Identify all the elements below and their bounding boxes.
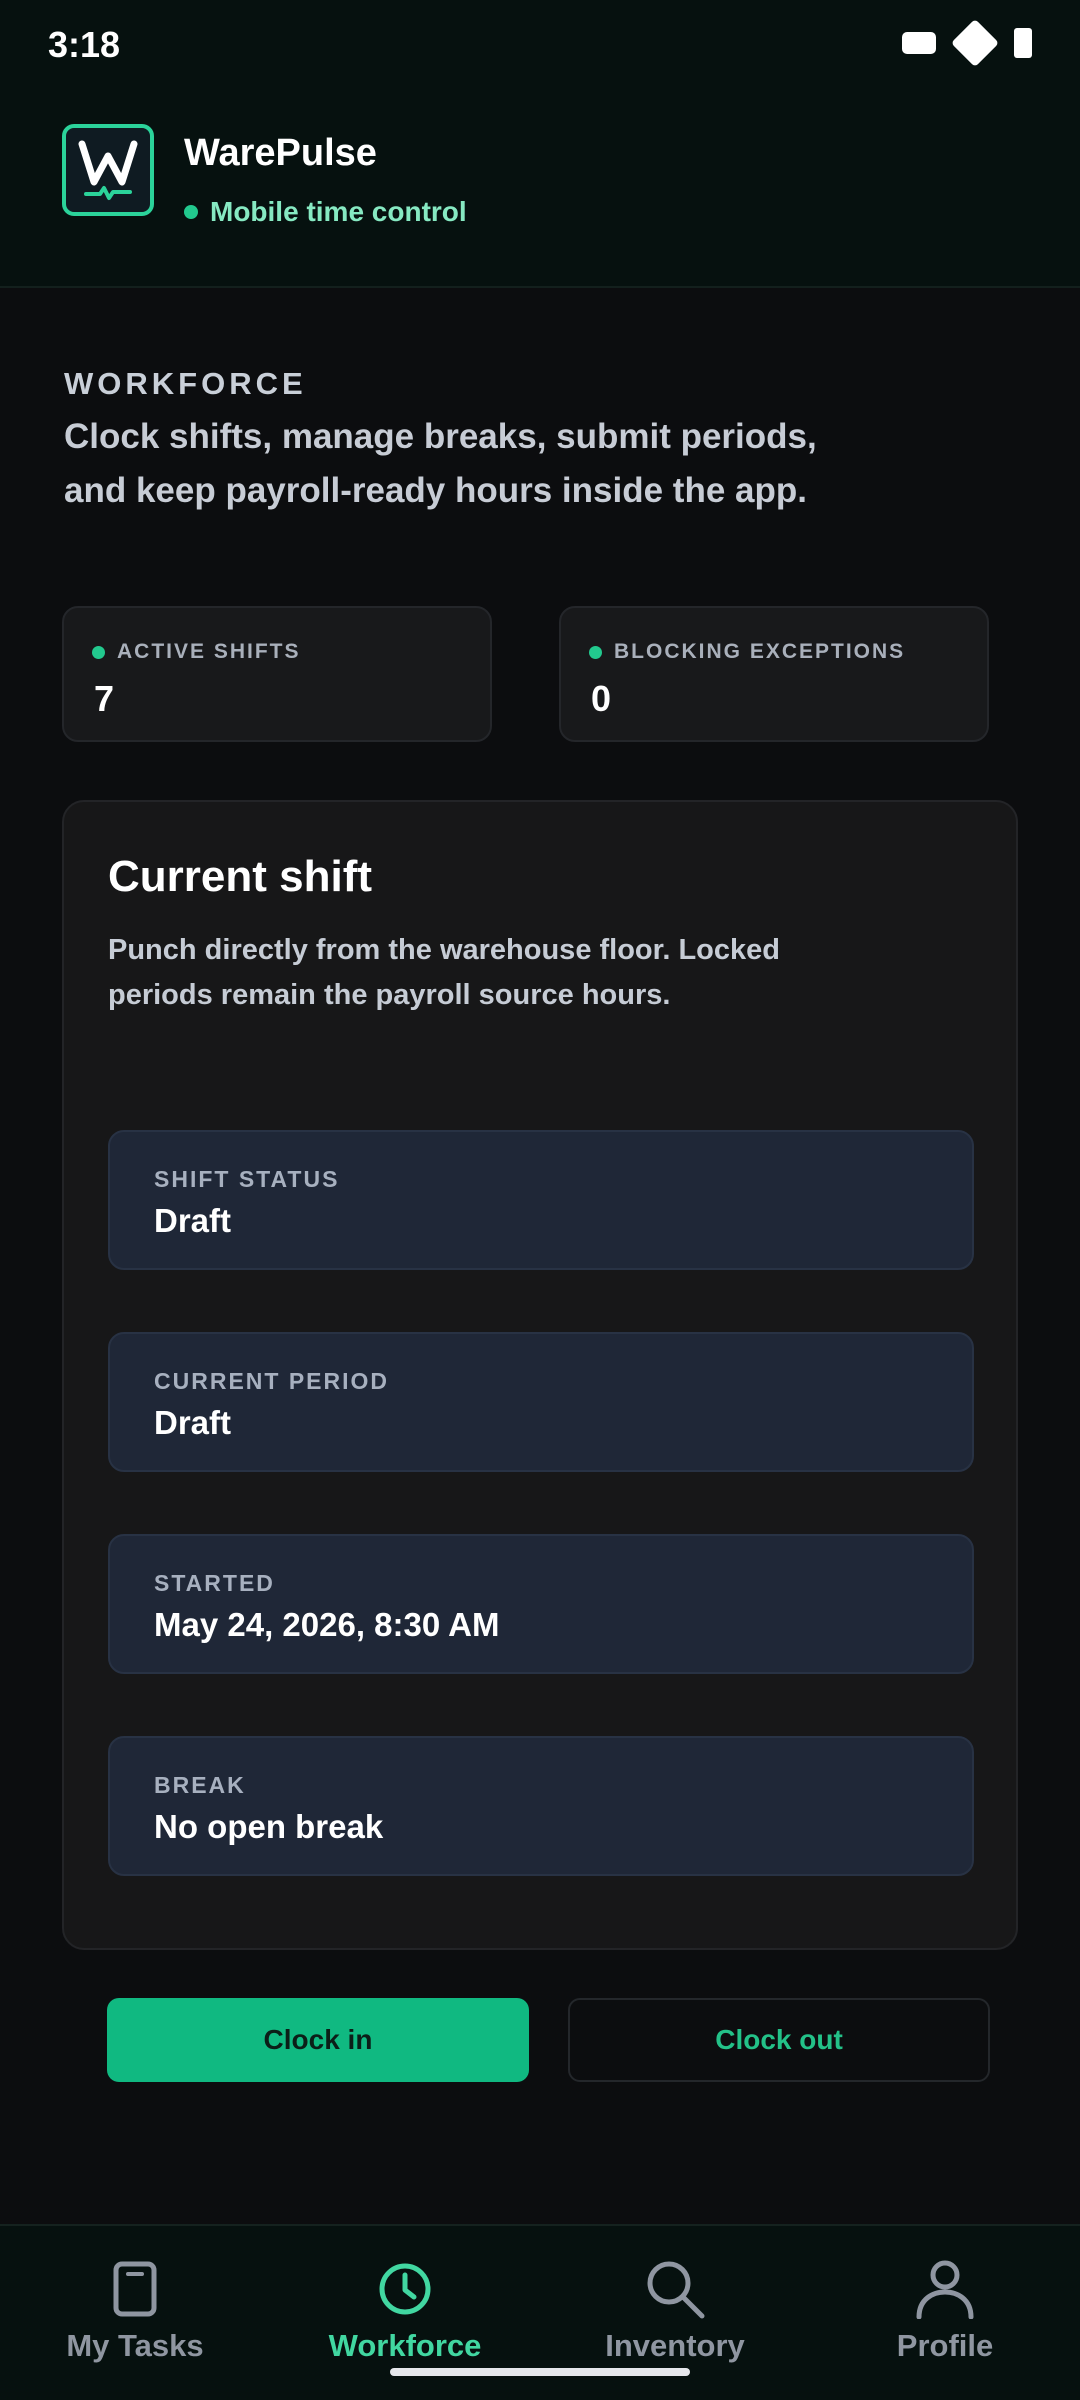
nav-label: Inventory bbox=[605, 2328, 745, 2363]
card-title: Current shift bbox=[108, 852, 372, 901]
app-logo bbox=[62, 124, 154, 216]
stat-active-shifts: ACTIVE SHIFTS 7 bbox=[62, 606, 492, 742]
stat-label-blocking-exceptions: BLOCKING EXCEPTIONS bbox=[589, 640, 905, 664]
status-icons bbox=[902, 18, 1032, 68]
wifi-icon bbox=[950, 18, 1000, 68]
field-value: Draft bbox=[154, 1202, 232, 1239]
current-shift-card: Current shift Punch directly from the wa… bbox=[62, 800, 1018, 1950]
field-shift-status: SHIFT STATUS Draft bbox=[108, 1130, 974, 1270]
field-started: STARTED May 24, 2026, 8:30 AM bbox=[108, 1534, 974, 1674]
battery-icon bbox=[1014, 28, 1032, 58]
section-kicker: WORKFORCE bbox=[64, 366, 307, 401]
stat-label-active-shifts: ACTIVE SHIFTS bbox=[92, 640, 301, 664]
app-subtitle-text: Mobile time control bbox=[210, 196, 467, 227]
stat-blocking-exceptions: BLOCKING EXCEPTIONS 0 bbox=[559, 606, 989, 742]
home-indicator[interactable] bbox=[390, 2368, 690, 2376]
field-label: STARTED bbox=[154, 1570, 275, 1596]
nav-item-profile[interactable]: Profile bbox=[835, 2256, 1055, 2366]
nav-label: My Tasks bbox=[66, 2328, 204, 2363]
online-dot-icon bbox=[184, 205, 198, 219]
nav-item-inventory[interactable]: Inventory bbox=[565, 2256, 785, 2366]
nav-label: Workforce bbox=[328, 2328, 482, 2363]
stat-value-blocking-exceptions: 0 bbox=[591, 678, 612, 719]
app-title: WarePulse bbox=[184, 132, 377, 174]
warepulse-logo-icon bbox=[78, 140, 138, 200]
status-dot-icon bbox=[589, 645, 602, 659]
nav-label: Profile bbox=[896, 2328, 994, 2363]
clock-in-button[interactable]: Clock in bbox=[107, 1998, 529, 2082]
nav-item-my-tasks[interactable]: My Tasks bbox=[25, 2256, 245, 2366]
notification-icon bbox=[902, 32, 936, 54]
nav-item-workforce[interactable]: Workforce bbox=[295, 2256, 515, 2366]
field-value: Draft bbox=[154, 1404, 232, 1441]
tablet-icon bbox=[100, 2256, 170, 2322]
app-header: 3:18 WarePulse Mobile time control bbox=[0, 0, 1080, 288]
card-description: Punch directly from the warehouse floor.… bbox=[108, 934, 780, 1011]
stat-value-active-shifts: 7 bbox=[94, 678, 115, 719]
search-icon bbox=[640, 2256, 710, 2322]
status-time: 3:18 bbox=[48, 24, 121, 65]
clock-icon bbox=[370, 2256, 440, 2322]
field-value: No open break bbox=[154, 1808, 384, 1845]
stat-label-text: BLOCKING EXCEPTIONS bbox=[614, 640, 906, 663]
status-dot-icon bbox=[92, 645, 105, 659]
field-break: BREAK No open break bbox=[108, 1736, 974, 1876]
app-screen: 3:18 WarePulse Mobile time control WORKF… bbox=[0, 0, 1080, 2400]
field-label: SHIFT STATUS bbox=[154, 1166, 340, 1192]
section-description: Clock shifts, manage breaks, submit peri… bbox=[64, 417, 817, 510]
stat-label-text: ACTIVE SHIFTS bbox=[117, 640, 301, 663]
field-label: CURRENT PERIOD bbox=[154, 1368, 390, 1394]
app-subtitle: Mobile time control bbox=[184, 196, 467, 228]
clock-out-button[interactable]: Clock out bbox=[568, 1998, 990, 2082]
field-value: May 24, 2026, 8:30 AM bbox=[154, 1606, 500, 1643]
person-icon bbox=[910, 2256, 980, 2322]
field-current-period: CURRENT PERIOD Draft bbox=[108, 1332, 974, 1472]
field-label: BREAK bbox=[154, 1772, 246, 1798]
